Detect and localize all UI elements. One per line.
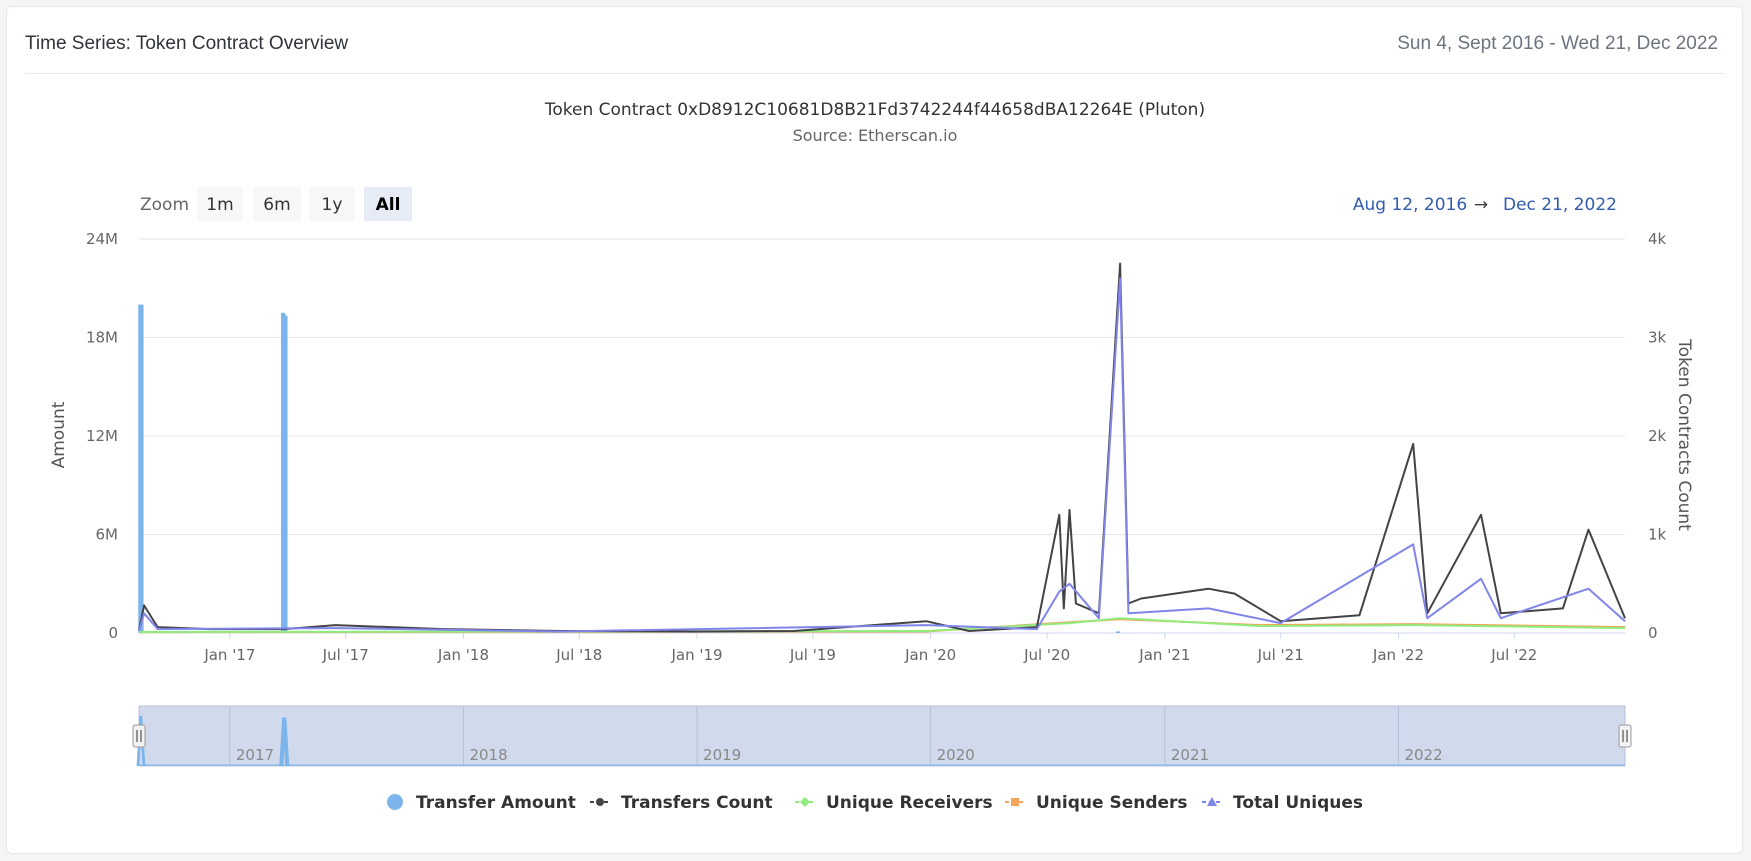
x-tick-label: Jan '20 (904, 646, 956, 664)
legend-symbol (800, 797, 810, 807)
legend-symbol (1011, 798, 1019, 806)
x-tick-label: Jul '18 (555, 646, 602, 664)
range-from-input[interactable]: Aug 12, 2016 (1353, 195, 1467, 215)
y-left-tick-label: 12M (86, 427, 118, 445)
x-tick-label: Jan '18 (437, 646, 489, 664)
x-tick-label: Jul '19 (789, 646, 836, 664)
y-right-tick-label: 0 (1648, 624, 1658, 642)
y-right-tick-label: 3k (1648, 329, 1667, 347)
x-tick-label: Jul '22 (1490, 646, 1537, 664)
navigator[interactable]: 2017 2018 2019 2020 2021 2022 (132, 705, 1632, 767)
navigator-left-handle[interactable] (132, 724, 146, 748)
x-tick-label: Jan '22 (1372, 646, 1424, 664)
x-tick-label: Jan '19 (670, 646, 722, 664)
y-left-tick-label: 24M (86, 230, 118, 248)
legend-item-unique-receivers[interactable]: Unique Receivers (795, 793, 993, 813)
zoom-all-button[interactable]: All (364, 187, 412, 221)
zoom-all-label: All (376, 195, 401, 215)
transfer-amount-bar (139, 304, 144, 633)
legend-label: Total Uniques (1233, 793, 1363, 813)
navigator-right-handle[interactable] (1618, 724, 1632, 748)
zoom-6m-button[interactable]: 6m (253, 187, 301, 221)
time-series-chart: Token Contract 0xD8912C10681D8B21Fd37422… (49, 100, 1694, 813)
zoom-1y-button[interactable]: 1y (309, 187, 355, 221)
y-right-tick-label: 2k (1648, 427, 1667, 445)
y-right-ticks: 0 1k 2k 3k 4k (1648, 230, 1667, 642)
navigator-year-label: 2022 (1404, 746, 1442, 764)
y-right-tick-label: 1k (1648, 526, 1667, 544)
navigator-mask[interactable] (138, 705, 1626, 767)
legend-symbol (1207, 797, 1217, 806)
legend-symbol (596, 798, 604, 806)
y-left-tick-label: 6M (96, 526, 119, 544)
grid-lines (139, 238, 1625, 634)
legend-item-transfers-count[interactable]: Transfers Count (590, 793, 773, 813)
navigator-year-label: 2021 (1171, 746, 1209, 764)
legend-item-unique-senders[interactable]: Unique Senders (1005, 793, 1188, 813)
zoom-1m-label: 1m (206, 195, 233, 215)
y-left-ticks: 0 6M 12M 18M 24M (86, 230, 118, 642)
legend-item-transfer-amount[interactable]: Transfer Amount (387, 793, 576, 813)
zoom-1y-label: 1y (322, 195, 343, 215)
legend-label: Unique Senders (1036, 793, 1188, 813)
chart-subtitle: Source: Etherscan.io (793, 126, 958, 145)
y-right-axis-title: Token Contracts Count (1674, 338, 1694, 531)
plot-area (138, 262, 1626, 634)
transfers-count-line (138, 262, 1626, 633)
range-to-input[interactable]: Dec 21, 2022 (1503, 195, 1617, 215)
navigator-year-label: 2019 (703, 746, 741, 764)
zoom-6m-label: 6m (263, 195, 290, 215)
x-tick-label: Jan '21 (1138, 646, 1190, 664)
y-right-tick-label: 4k (1648, 230, 1667, 248)
navigator-year-label: 2020 (937, 746, 975, 764)
navigator-year-label: 2017 (236, 746, 274, 764)
zoom-1m-button[interactable]: 1m (197, 187, 243, 221)
x-tick-label: Jul '20 (1023, 646, 1070, 664)
x-tick-label: Jan '17 (203, 646, 255, 664)
legend-label: Transfers Count (621, 793, 773, 813)
legend-symbol (387, 794, 403, 810)
y-left-axis-title: Amount (49, 401, 69, 468)
x-axis-ticks: Jan '17 Jul '17 Jan '18 Jul '18 Jan '19 Jul '… (203, 633, 1537, 664)
legend-label: Unique Receivers (826, 793, 993, 813)
x-tick-label: Jul '21 (1257, 646, 1304, 664)
legend-label: Transfer Amount (416, 793, 576, 813)
navigator-year-label: 2018 (469, 746, 507, 764)
y-left-tick-label: 0 (108, 624, 118, 642)
legend-item-total-uniques[interactable]: Total Uniques (1202, 793, 1363, 813)
chart-title: Token Contract 0xD8912C10681D8B21Fd37422… (544, 100, 1205, 120)
x-tick-label: Jul '17 (322, 646, 369, 664)
zoom-label: Zoom (140, 195, 189, 215)
total-uniques-line (138, 277, 1626, 633)
y-left-tick-label: 18M (86, 329, 118, 347)
transfer-amount-bar (1116, 631, 1121, 633)
range-arrow: → (1474, 195, 1488, 215)
transfer-amount-bar (283, 316, 288, 633)
legend: Transfer Amount Transfers Count Unique Rec… (387, 793, 1363, 813)
